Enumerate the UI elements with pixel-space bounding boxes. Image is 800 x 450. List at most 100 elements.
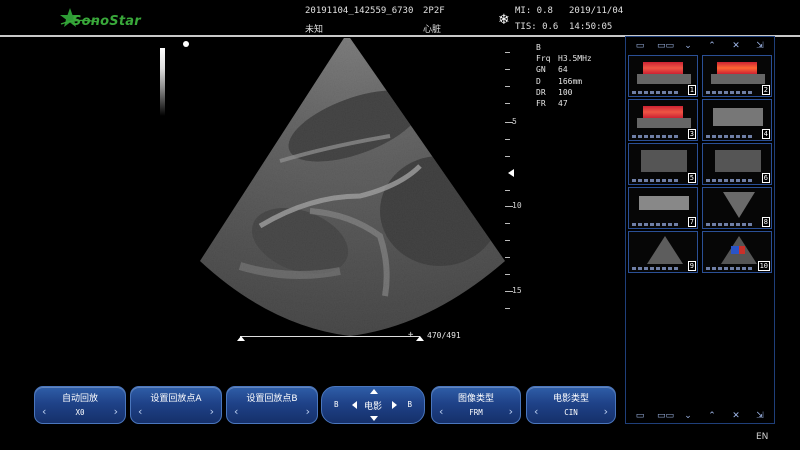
- cine-start-marker-icon[interactable]: [237, 336, 245, 341]
- thumbnail-number: 8: [761, 217, 770, 227]
- thumbnail-number: 4: [761, 129, 770, 139]
- arrow-up-icon[interactable]: [370, 389, 378, 394]
- export-icon[interactable]: ⇲: [753, 411, 767, 421]
- depth-tick: [505, 103, 510, 104]
- button-label: 设置回放点B: [246, 394, 298, 404]
- depth-tick: [505, 274, 510, 275]
- thumbnail-number: 6: [761, 173, 770, 183]
- mi-value: MI: 0.8: [515, 6, 553, 16]
- patient-name: 未知: [305, 25, 324, 35]
- chevron-right-icon[interactable]: ›: [509, 405, 513, 418]
- thumbnail-number: 10: [757, 261, 770, 271]
- depth-tick: [505, 308, 510, 309]
- time-display: 14:50:05: [569, 22, 613, 32]
- param-row: FR 47: [536, 99, 568, 109]
- snowflake-icon: ❄: [498, 12, 510, 28]
- thumbnail-image[interactable]: 4: [702, 99, 772, 141]
- thumbnail-image[interactable]: 2: [702, 55, 772, 97]
- button-label: 设置回放点A: [150, 394, 202, 404]
- logo-text: SonoStar: [72, 14, 141, 29]
- chevron-left-icon[interactable]: ‹: [234, 405, 238, 418]
- imaging-parameters: B Frq H3.5MHz GN 64 D 166mm DR 100 FR 47: [536, 42, 592, 109]
- thumbnail-number: 5: [687, 173, 696, 183]
- language-indicator[interactable]: EN: [756, 432, 768, 442]
- thumbnail-image[interactable]: 9: [628, 231, 698, 273]
- thumbnail-image[interactable]: 7: [628, 187, 698, 229]
- thumbnail-image[interactable]: 6: [702, 143, 772, 185]
- thumbnail-number: 3: [687, 129, 696, 139]
- depth-tick: [505, 257, 510, 258]
- set-replay-point-a-button[interactable]: 设置回放点A ‹ ›: [130, 386, 222, 424]
- date-display: 2019/11/04: [569, 6, 624, 16]
- button-value: X0: [75, 408, 85, 417]
- param-row: DR 100: [536, 87, 573, 97]
- thumbnail-image[interactable]: 1: [628, 55, 698, 97]
- thumbnail-number: 7: [687, 217, 696, 227]
- cine-end-marker-icon[interactable]: [416, 336, 424, 341]
- param-row: Frq H3.5MHz: [536, 54, 592, 64]
- depth-tick: [505, 139, 510, 140]
- thumbnail-number: 2: [761, 85, 770, 95]
- single-view-icon[interactable]: ▭: [633, 41, 647, 51]
- thumbnail-image[interactable]: 3: [628, 99, 698, 141]
- thumbnail-number: 1: [687, 85, 696, 95]
- chevron-right-icon[interactable]: ›: [306, 405, 310, 418]
- depth-tick: [505, 223, 510, 224]
- chevron-right-icon[interactable]: ›: [114, 405, 118, 418]
- cine-frame-counter: 470/491: [427, 331, 461, 340]
- chevron-down-icon[interactable]: ⌄: [681, 411, 695, 421]
- thumbnail-image[interactable]: 5: [628, 143, 698, 185]
- auto-replay-button[interactable]: 自动回放 ‹ X0 ›: [34, 386, 126, 424]
- ultrasound-image[interactable]: [150, 36, 550, 336]
- thumbnail-toolbar-top: ▭ ▭▭ ⌄ ⌃ ✕ ⇲: [628, 39, 772, 52]
- mode-label: B: [536, 43, 541, 52]
- depth-tick: [505, 240, 510, 241]
- chevron-right-icon[interactable]: ›: [210, 405, 214, 418]
- chevron-up-icon[interactable]: ⌃: [705, 41, 719, 51]
- single-view-icon[interactable]: ▭: [633, 411, 647, 421]
- arrow-down-icon[interactable]: [370, 416, 378, 421]
- tis-value: TIS: 0.6: [515, 22, 559, 32]
- param-row: D 166mm: [536, 76, 583, 86]
- set-replay-point-b-button[interactable]: 设置回放点B ‹ ›: [226, 386, 318, 424]
- depth-label: 10: [512, 201, 522, 210]
- close-icon[interactable]: ✕: [729, 411, 743, 421]
- cine-type-button[interactable]: 电影类型 ‹ CIN ›: [526, 386, 616, 424]
- dual-view-icon[interactable]: ▭▭: [657, 41, 674, 51]
- dual-view-icon[interactable]: ▭▭: [657, 411, 674, 421]
- depth-tick: [505, 52, 510, 53]
- export-icon[interactable]: ⇲: [753, 41, 767, 51]
- chevron-right-icon[interactable]: ›: [604, 405, 608, 418]
- depth-tick: [505, 156, 510, 157]
- button-value: FRM: [469, 408, 483, 417]
- top-header: SonoStar 20191104_142559_6730 未知 2P2F 心脏…: [0, 0, 800, 36]
- button-label: 电影类型: [552, 394, 589, 404]
- depth-tick: [505, 69, 510, 70]
- exam-id: 20191104_142559_6730: [305, 6, 414, 16]
- depth-tick: [505, 190, 510, 191]
- cine-navigation-pad[interactable]: B 电影 B: [321, 386, 425, 424]
- exam-type: 心脏: [423, 25, 442, 35]
- thumbnail-panel: ▭ ▭▭ ⌄ ⌃ ✕ ⇲ 1 2 3 4 5 6 7 8 9 10 ▭ ▭▭ ⌄…: [625, 36, 775, 424]
- image-type-button[interactable]: 图像类型 ‹ FRM ›: [431, 386, 521, 424]
- depth-scale: 5 10 15: [505, 40, 525, 320]
- thumbnail-image[interactable]: 10: [702, 231, 772, 273]
- chevron-left-icon[interactable]: ‹: [138, 405, 142, 418]
- chevron-down-icon[interactable]: ⌄: [681, 41, 695, 51]
- param-row: GN 64: [536, 65, 568, 75]
- button-label: 自动回放: [61, 394, 98, 404]
- focus-marker-icon[interactable]: [508, 169, 514, 177]
- thumbnail-toolbar-bottom: ▭ ▭▭ ⌄ ⌃ ✕ ⇲: [628, 409, 772, 422]
- depth-tick: [505, 86, 510, 87]
- depth-label: 15: [512, 286, 522, 295]
- thumbnail-image[interactable]: 8: [702, 187, 772, 229]
- close-icon[interactable]: ✕: [729, 41, 743, 51]
- cine-position-marker: +: [408, 330, 414, 340]
- cine-progress-bar[interactable]: [240, 336, 420, 337]
- depth-label: 5: [512, 117, 517, 126]
- button-value: CIN: [564, 408, 578, 417]
- button-label: 图像类型: [457, 394, 494, 404]
- chevron-up-icon[interactable]: ⌃: [705, 411, 719, 421]
- cine-right-label: B: [407, 400, 412, 409]
- thumbnail-number: 9: [687, 261, 696, 271]
